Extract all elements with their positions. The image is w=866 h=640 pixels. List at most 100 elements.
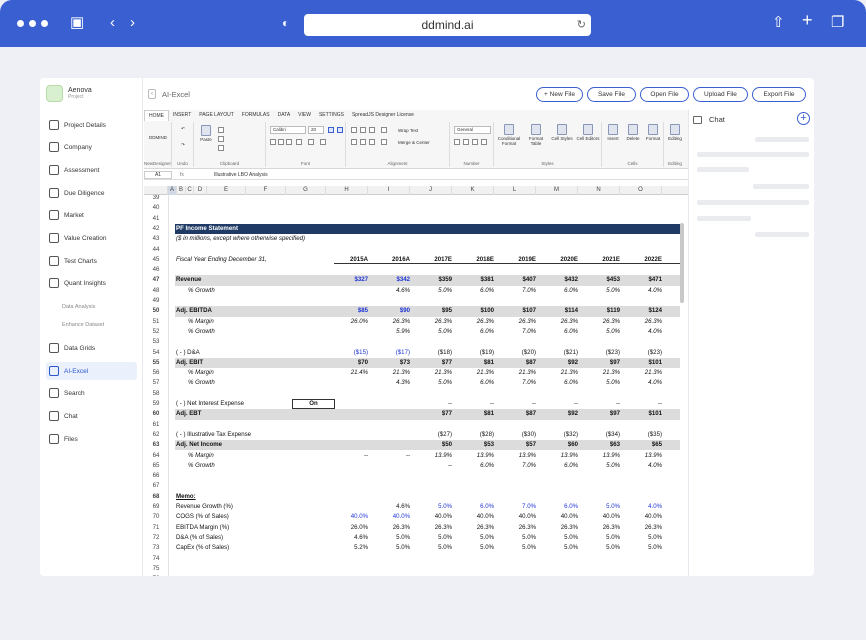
cell-value[interactable]: $471 xyxy=(621,275,662,285)
cell-value[interactable]: -- xyxy=(411,461,452,471)
comma-icon[interactable] xyxy=(463,139,469,145)
sidebar-item-market[interactable]: Market xyxy=(46,206,137,224)
cell-value[interactable]: 21.3% xyxy=(369,368,410,378)
cell-value[interactable]: 21.3% xyxy=(495,368,536,378)
share-icon[interactable]: ⇧ xyxy=(772,14,785,32)
row-number[interactable]: 54 xyxy=(144,347,168,358)
cell-value[interactable]: $101 xyxy=(621,409,662,419)
cell-value[interactable]: 4.6% xyxy=(369,502,410,512)
cell-value[interactable]: 13.9% xyxy=(537,451,578,461)
corner-cell[interactable] xyxy=(144,186,168,195)
cell-styles-button[interactable]: Cell Styles xyxy=(550,124,574,141)
row-number[interactable]: 57 xyxy=(144,378,168,389)
cell-value[interactable]: 6.0% xyxy=(453,378,494,388)
format-painter-icon[interactable] xyxy=(218,145,224,151)
cell-value[interactable]: $95 xyxy=(411,306,452,316)
column-header-d[interactable]: D xyxy=(194,186,207,195)
row-number[interactable]: 52 xyxy=(144,326,168,338)
cell-value[interactable]: $73 xyxy=(369,358,410,368)
column-header-f[interactable]: F xyxy=(246,186,286,195)
cell-value[interactable]: $77 xyxy=(411,409,452,419)
copy-icon[interactable] xyxy=(218,136,224,142)
cell-value[interactable]: -- xyxy=(621,399,662,409)
cell-value[interactable]: 26.3% xyxy=(495,317,536,327)
cell-value[interactable]: 40.0% xyxy=(495,512,536,522)
row-number[interactable]: 68 xyxy=(144,491,168,502)
row-number[interactable]: 59 xyxy=(144,399,168,410)
cell-value[interactable]: 5.2% xyxy=(327,543,368,553)
row-number[interactable]: 69 xyxy=(144,502,168,513)
cell-value[interactable]: 6.0% xyxy=(453,461,494,471)
cell-value[interactable]: 2021E xyxy=(579,255,620,265)
cell-value[interactable]: 6.0% xyxy=(537,327,578,337)
open-file-button[interactable]: Open File xyxy=(640,87,689,102)
sidebar-item-ai-excel[interactable]: AI-Excel xyxy=(46,362,137,380)
cell-value[interactable]: 5.0% xyxy=(453,543,494,553)
row-number[interactable]: 41 xyxy=(144,213,168,224)
tab-data[interactable]: DATA xyxy=(274,110,295,121)
cell-value[interactable]: 5.0% xyxy=(369,533,410,543)
cut-icon[interactable] xyxy=(218,127,224,133)
column-header-n[interactable]: N xyxy=(578,186,620,195)
cell-value[interactable]: $124 xyxy=(621,306,662,316)
vertical-scrollbar[interactable] xyxy=(680,223,684,303)
cell-value[interactable]: $85 xyxy=(327,306,368,316)
paste-button[interactable]: Paste xyxy=(197,125,215,142)
cell-value[interactable]: 5.0% xyxy=(369,543,410,553)
sidebar-item-chat[interactable]: Chat xyxy=(46,407,137,425)
cell-value[interactable]: ($17) xyxy=(369,348,410,358)
cell-value[interactable]: $97 xyxy=(579,358,620,368)
cell-editors-button[interactable]: Cell Editors xyxy=(576,124,600,141)
cell-value[interactable]: $114 xyxy=(537,306,578,316)
row-number[interactable]: 63 xyxy=(144,440,168,451)
sidebar-item-value-creation[interactable]: Value Creation xyxy=(46,229,137,247)
cell-value[interactable]: $381 xyxy=(453,275,494,285)
cell-value[interactable]: 13.9% xyxy=(621,451,662,461)
cell-value[interactable]: $453 xyxy=(579,275,620,285)
sidebar-item-enhance-dataset[interactable]: Enhance Dataset xyxy=(46,316,137,334)
merge-center-button[interactable]: Merge & Center xyxy=(398,140,448,145)
row-number[interactable]: 44 xyxy=(144,244,168,255)
row-label[interactable]: Adj. EBITDA xyxy=(176,306,212,316)
column-header-a[interactable]: A xyxy=(168,186,177,195)
row-number[interactable]: 70 xyxy=(144,512,168,523)
cell-value[interactable]: $57 xyxy=(495,440,536,450)
row-label[interactable]: COGS (% of Sales) xyxy=(176,512,229,522)
row-number[interactable]: 53 xyxy=(144,337,168,348)
align-center-icon[interactable] xyxy=(360,139,366,145)
cell-value[interactable]: $65 xyxy=(621,440,662,450)
cell-value[interactable]: ($23) xyxy=(579,348,620,358)
cell-value[interactable]: 26.3% xyxy=(411,523,452,533)
font-name-select[interactable]: Calibri xyxy=(270,126,306,134)
sidebar-item-assessment[interactable]: Assessment xyxy=(46,161,137,179)
row-label[interactable]: % Growth xyxy=(188,327,215,337)
cell-value[interactable]: $92 xyxy=(537,358,578,368)
cell-value[interactable]: -- xyxy=(537,399,578,409)
address-bar[interactable]: ddmind.ai ↻ xyxy=(304,14,591,36)
row-number[interactable]: 60 xyxy=(144,409,168,420)
cell-value[interactable]: 5.0% xyxy=(579,327,620,337)
row-number[interactable]: 72 xyxy=(144,532,168,544)
row-number[interactable]: 64 xyxy=(144,450,168,461)
sidebar-item-due-diligence[interactable]: Due Diligence xyxy=(46,184,137,202)
row-number[interactable]: 62 xyxy=(144,429,168,441)
cell-value[interactable]: 5.0% xyxy=(579,543,620,553)
cell-value[interactable]: 6.0% xyxy=(537,378,578,388)
row-label[interactable]: Fiscal Year Ending December 31, xyxy=(176,255,267,265)
border-icon[interactable] xyxy=(296,139,302,145)
row-number[interactable]: 40 xyxy=(144,203,168,214)
row-number[interactable]: 73 xyxy=(144,543,168,554)
row-label[interactable]: % Growth xyxy=(188,461,215,471)
row-number[interactable]: 61 xyxy=(144,419,168,430)
forward-icon[interactable]: › xyxy=(130,14,135,32)
reload-icon[interactable]: ↻ xyxy=(577,14,586,36)
cell-value[interactable]: 26.0% xyxy=(327,317,368,327)
collapse-sidebar-icon[interactable]: ‹ xyxy=(148,89,156,99)
row-label[interactable]: CapEx (% of Sales) xyxy=(176,543,229,553)
interest-toggle-cell[interactable]: On xyxy=(292,399,335,409)
panel-icon[interactable] xyxy=(693,116,702,124)
cell-value[interactable]: 5.0% xyxy=(453,533,494,543)
row-number[interactable]: 56 xyxy=(144,368,168,379)
cell-value[interactable]: $407 xyxy=(495,275,536,285)
cell-value[interactable]: ($35) xyxy=(621,430,662,440)
